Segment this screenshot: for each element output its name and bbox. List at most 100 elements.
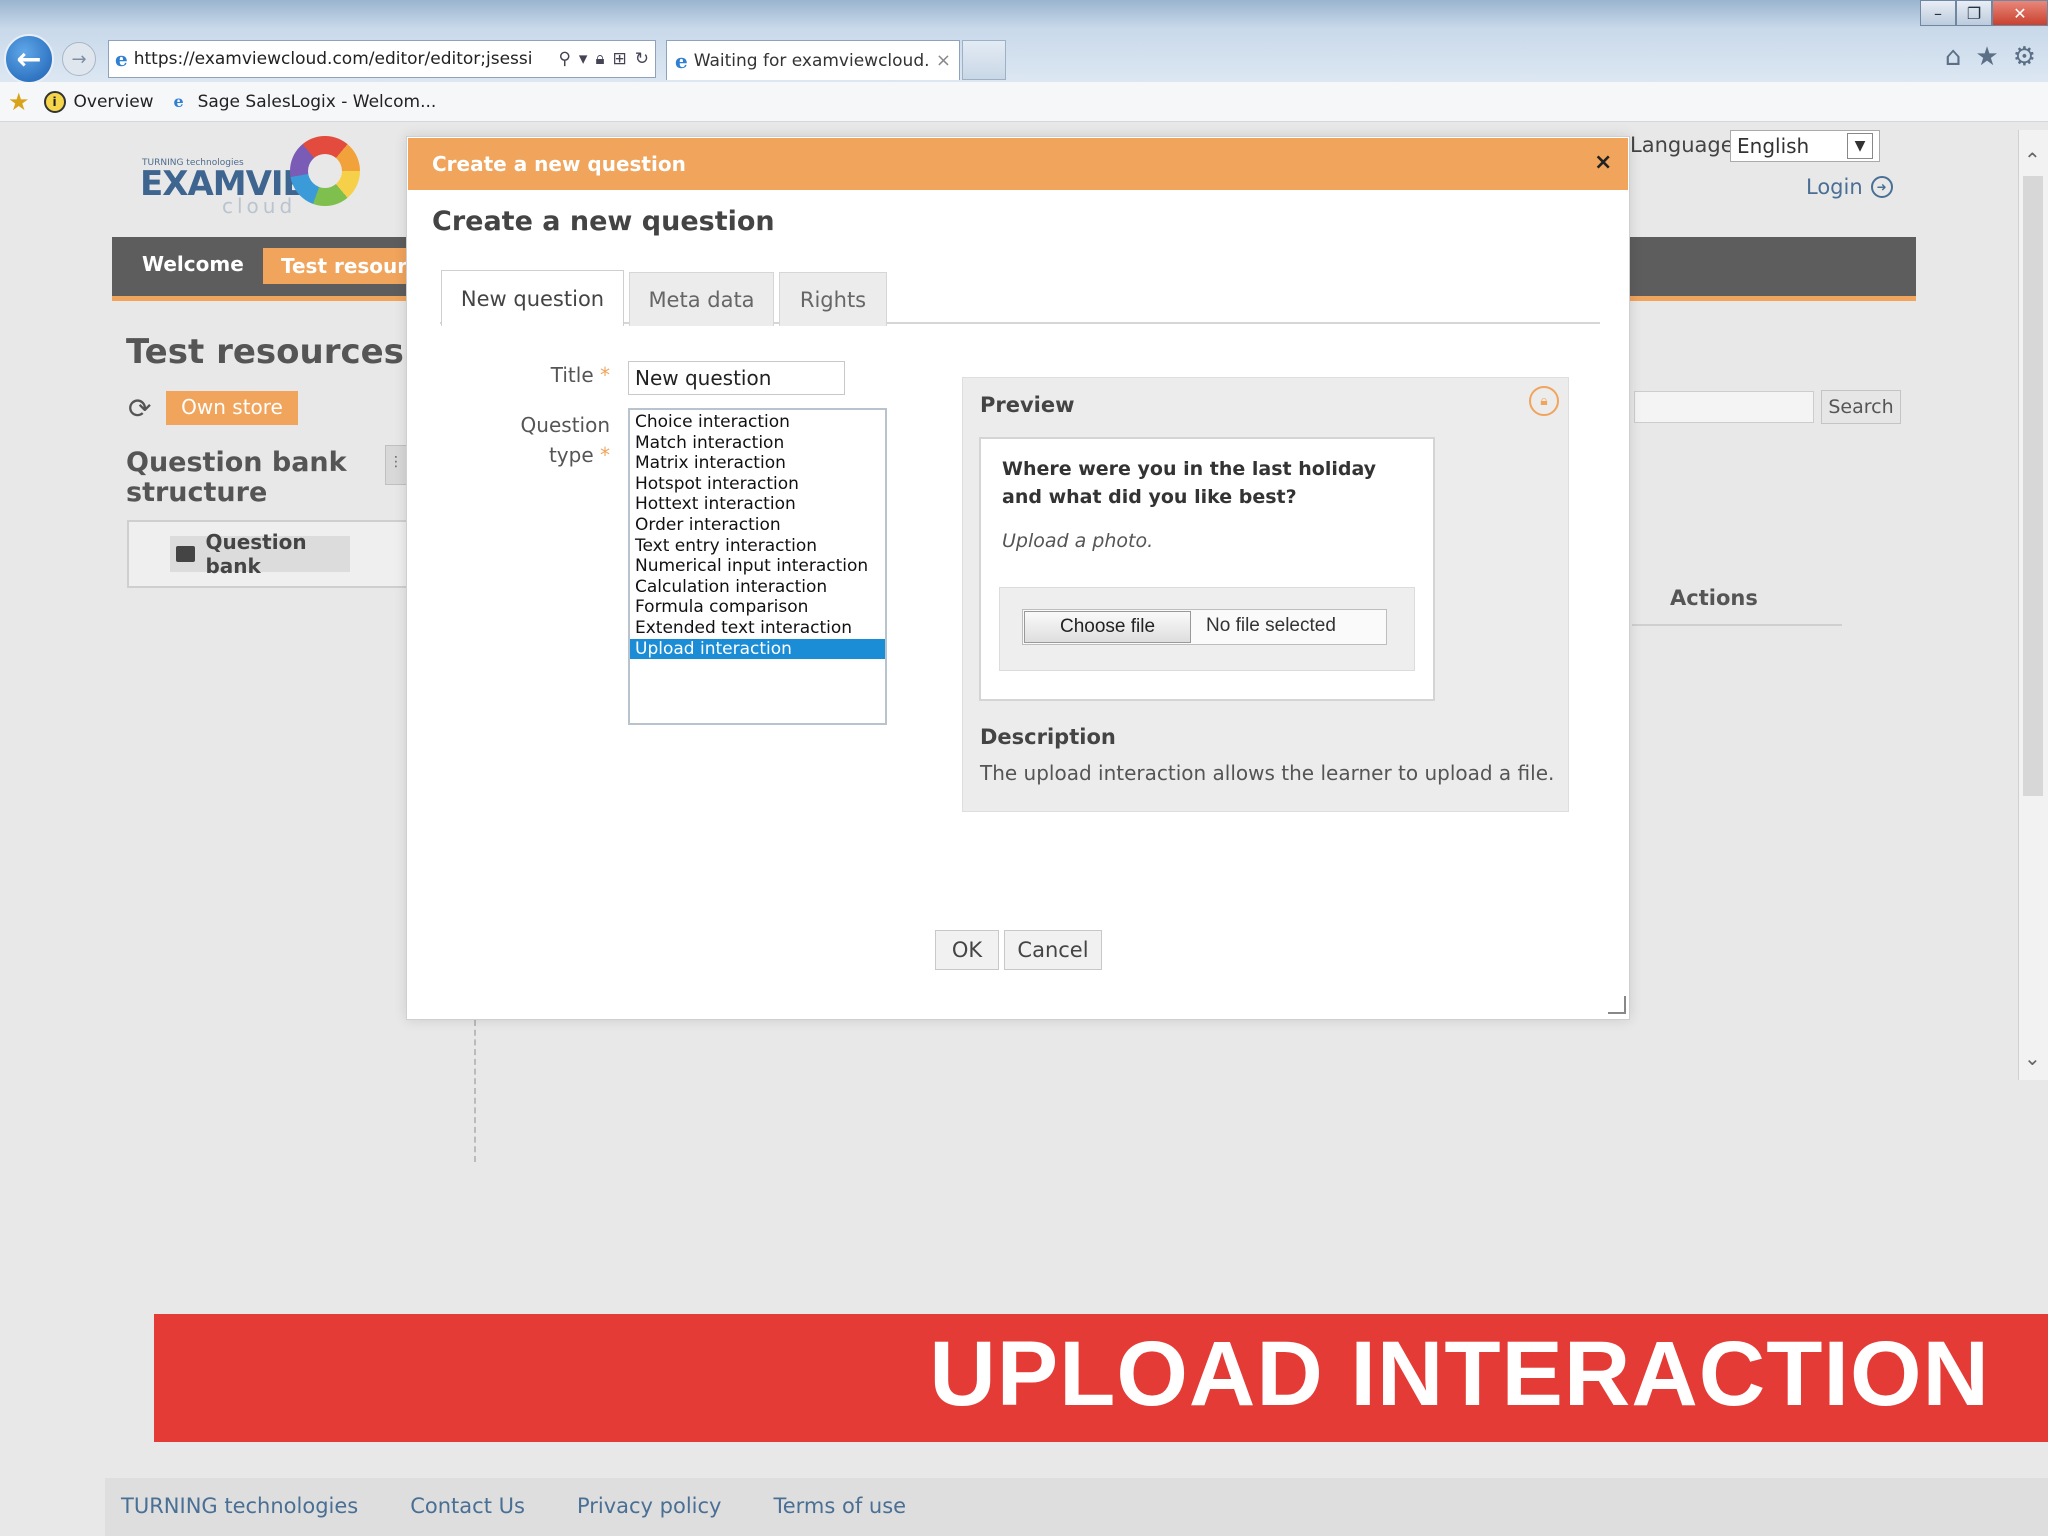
own-store-button[interactable]: Own store — [166, 391, 298, 425]
login-link[interactable]: Login ➜ — [1806, 175, 1893, 199]
home-icon[interactable]: ⌂ — [1945, 42, 1962, 72]
list-item[interactable]: Formula comparison — [630, 597, 885, 618]
favorites-bar: ★ i Overview e Sage SalesLogix - Welcom.… — [0, 82, 2048, 122]
list-item[interactable]: Text entry interaction — [630, 536, 885, 557]
address-text: https://examviewcloud.com/editor/editor;… — [133, 49, 533, 69]
overview-icon: i — [43, 90, 66, 113]
language-label: Language — [1630, 133, 1734, 157]
login-label: Login — [1806, 175, 1863, 199]
favorites-star-icon[interactable]: ★ — [1975, 42, 1998, 72]
resize-handle-icon[interactable] — [1608, 996, 1626, 1014]
favorites-icon[interactable]: ★ — [8, 88, 30, 116]
list-item[interactable]: Numerical input interaction — [630, 556, 885, 577]
footer-link-turning[interactable]: TURNING technologies — [121, 1494, 358, 1518]
search-icon[interactable]: ⚲ — [558, 49, 570, 69]
list-item[interactable]: Choice interaction — [630, 412, 885, 433]
back-arrow-icon[interactable]: ← — [4, 34, 54, 84]
question-type-listbox[interactable]: Choice interaction Match interaction Mat… — [628, 408, 887, 725]
language-select[interactable]: English ▼ — [1730, 130, 1880, 162]
tab-meta-data[interactable]: Meta data — [629, 272, 774, 326]
search-input[interactable] — [1634, 391, 1814, 423]
description-heading: Description — [980, 725, 1116, 749]
required-mark: * — [600, 443, 610, 467]
compat-view-icon[interactable]: ⊞ — [613, 49, 627, 69]
list-item[interactable]: Matrix interaction — [630, 453, 885, 474]
login-arrow-icon: ➜ — [1870, 176, 1893, 198]
nav-welcome[interactable]: Welcome — [142, 252, 244, 276]
examview-logo[interactable]: TURNING technologies EXAMVIEW cloud — [138, 136, 360, 218]
favorite-label: Sage SalesLogix - Welcom... — [197, 91, 437, 112]
footer-link-terms[interactable]: Terms of use — [773, 1494, 906, 1518]
question-type-label-text: Question type — [520, 413, 610, 467]
dialog-title: Create a new question — [432, 152, 686, 176]
dropdown-icon[interactable]: ▾ — [579, 49, 588, 69]
cancel-button[interactable]: Cancel — [1004, 930, 1102, 970]
scrollbar-thumb[interactable] — [2023, 176, 2043, 796]
divider — [474, 1020, 476, 1162]
preview-question-text: Where were you in the last holiday and w… — [1002, 458, 1377, 508]
favorite-label: Overview — [73, 91, 154, 112]
ie-page-icon: e — [675, 48, 688, 73]
logo-subtitle: cloud — [222, 194, 297, 218]
question-type-label: Question type * — [490, 410, 610, 470]
caption-text: UPLOAD INTERACTION — [929, 1323, 1990, 1425]
preview-heading: Preview — [980, 393, 1075, 417]
settings-gear-icon[interactable]: ⚙ — [2013, 42, 2036, 72]
tree-item-label: Question bank — [205, 530, 307, 578]
panel-grip-icon[interactable]: ⋮ — [385, 445, 407, 485]
list-item-selected[interactable]: Upload interaction — [630, 638, 885, 660]
logo-color-wheel-icon — [290, 136, 360, 206]
minimize-icon[interactable]: – — [1920, 0, 1956, 26]
actions-column-header: Actions — [1670, 586, 1758, 610]
scroll-down-icon[interactable]: ⌄ — [2024, 1046, 2041, 1070]
tab-title: Waiting for examviewcloud... — [693, 50, 930, 71]
scroll-up-icon[interactable]: ⌃ — [2024, 148, 2041, 172]
close-window-icon[interactable]: ✕ — [1992, 0, 2048, 26]
close-icon[interactable]: × — [1594, 150, 1612, 175]
list-item[interactable]: Extended text interaction — [630, 618, 885, 639]
tab-rights[interactable]: Rights — [779, 272, 887, 326]
footer-links: TURNING technologies Contact Us Privacy … — [121, 1494, 906, 1518]
language-value: English — [1737, 134, 1810, 158]
list-item[interactable]: Calculation interaction — [630, 577, 885, 598]
list-item[interactable]: Hottext interaction — [630, 494, 885, 515]
description-text: The upload interaction allows the learne… — [980, 761, 1555, 785]
lock-icon[interactable]: 🔒︎ — [1529, 386, 1559, 416]
new-tab-button[interactable] — [962, 40, 1006, 80]
tree-item-question-bank[interactable]: Question bank — [170, 530, 350, 578]
tab-close-icon[interactable]: × — [936, 50, 951, 71]
list-item[interactable]: Order interaction — [630, 515, 885, 536]
window-controls: – ❐ ✕ — [1920, 0, 2048, 30]
preview-prompt: Upload a photo. — [1002, 530, 1154, 552]
favorite-saleslogix[interactable]: e Sage SalesLogix - Welcom... — [168, 91, 437, 113]
question-bank-structure-heading: Question bank structure — [126, 447, 347, 508]
chevron-down-icon: ▼ — [1847, 133, 1873, 159]
list-item[interactable]: Match interaction — [630, 433, 885, 454]
ok-button[interactable]: OK — [935, 930, 999, 970]
forward-arrow-icon[interactable]: → — [62, 42, 96, 76]
folder-icon — [176, 546, 196, 562]
footer-link-privacy[interactable]: Privacy policy — [577, 1494, 722, 1518]
refresh-icon[interactable]: ⟳ — [128, 392, 151, 425]
browser-tab[interactable]: e Waiting for examviewcloud... × — [666, 40, 960, 80]
divider — [1632, 624, 1842, 626]
address-bar[interactable]: e https://examviewcloud.com/editor/edito… — [108, 40, 656, 78]
footer-link-contact[interactable]: Contact Us — [410, 1494, 525, 1518]
refresh-icon[interactable]: ↻ — [635, 49, 649, 69]
choose-file-button[interactable]: Choose file — [1024, 611, 1191, 643]
lock-icon[interactable]: 🔒︎ — [595, 49, 604, 69]
page-title: Test resources — [126, 332, 404, 372]
nav-test-resources[interactable]: Test resources — [263, 248, 413, 284]
file-status: No file selected — [1206, 615, 1336, 636]
list-item[interactable]: Hotspot interaction — [630, 474, 885, 495]
browser-toolbar-icons: ⌂ ★ ⚙ — [1945, 42, 2036, 72]
dialog-heading: Create a new question — [432, 206, 775, 237]
title-input[interactable]: New question — [628, 361, 845, 395]
required-mark: * — [600, 363, 610, 387]
search-button[interactable]: Search — [1821, 390, 1901, 424]
restore-icon[interactable]: ❐ — [1956, 0, 1992, 26]
favorite-overview[interactable]: i Overview — [43, 90, 154, 113]
ie-page-icon: e — [173, 92, 184, 111]
tab-new-question[interactable]: New question — [441, 270, 624, 326]
ie-page-icon: e — [115, 47, 128, 71]
